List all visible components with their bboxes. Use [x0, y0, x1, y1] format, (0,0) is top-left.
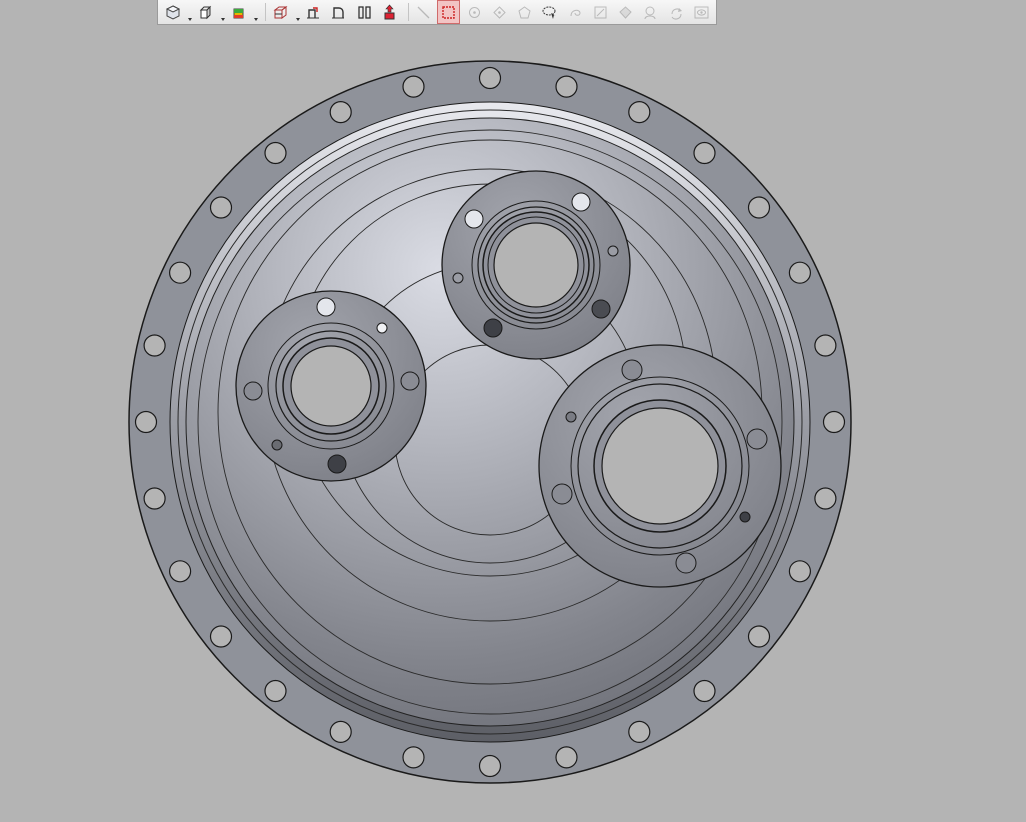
bolt-hole[interactable] [628, 100, 651, 124]
bolt-hole[interactable] [693, 679, 716, 703]
bolt-hole[interactable] [134, 410, 158, 434]
nozzle-right[interactable] [538, 344, 782, 588]
bolt-hole[interactable] [143, 334, 166, 357]
bolt-hole[interactable] [478, 754, 502, 778]
bolt-hole[interactable] [747, 196, 771, 219]
bolt-hole[interactable] [264, 679, 287, 703]
bolt-hole[interactable] [555, 746, 578, 769]
bolt-hole[interactable] [814, 487, 837, 510]
bolt-hole[interactable] [628, 720, 651, 744]
bolt-hole[interactable] [788, 560, 812, 583]
bolt-hole[interactable] [788, 261, 812, 284]
bolt-hole[interactable] [402, 75, 425, 98]
bolt-hole[interactable] [402, 746, 425, 769]
nozzle-top[interactable] [441, 170, 631, 360]
bolt-hole[interactable] [329, 100, 352, 124]
bolt-hole[interactable] [209, 196, 233, 219]
bolt-hole[interactable] [329, 720, 352, 744]
bolt-hole[interactable] [555, 75, 578, 98]
model-viewport[interactable] [0, 0, 1026, 822]
nozzle-left[interactable] [235, 290, 427, 482]
bolt-hole[interactable] [169, 261, 192, 284]
bolt-hole[interactable] [169, 560, 192, 583]
bolt-hole[interactable] [747, 625, 771, 648]
bolt-hole[interactable] [478, 66, 502, 90]
bolt-hole[interactable] [209, 625, 233, 648]
bolt-hole[interactable] [814, 334, 837, 357]
bolt-hole[interactable] [822, 410, 846, 434]
bolt-hole[interactable] [264, 141, 287, 165]
bolt-hole[interactable] [693, 141, 716, 165]
bolt-hole[interactable] [143, 487, 166, 510]
